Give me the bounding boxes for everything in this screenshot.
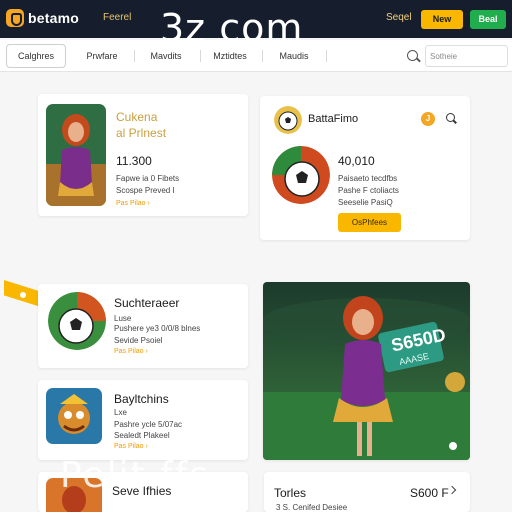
game-card-such[interactable]: Suchteraeer Luse Pushere ye3 0/0/8 blnes… [38,284,248,368]
tab-divider [134,50,135,62]
tab-mavdits[interactable]: Mavdits [142,40,190,72]
game-detail: Pashe F ctoliacts [338,186,399,195]
character-illustration-icon [46,104,106,206]
game-detail: Pashre ycle 5/07ac [114,420,183,429]
coin-button[interactable]: J [421,112,435,126]
tab-maudis[interactable]: Maudis [270,40,318,72]
character-illustration-icon [263,282,470,460]
play-link[interactable]: Pas Pilao › [116,200,150,207]
soccer-ball-icon [48,292,106,350]
game-card-tories[interactable]: Torles 3 S. Cenifed Desiee S600 F [264,472,470,512]
watermark-text: Pelit ffs [60,455,211,496]
signin-link[interactable]: Seqel [386,12,412,23]
game-detail: Luse [114,314,132,323]
jackpot-amount: S600 F [410,486,449,500]
play-link[interactable]: Pas Pilao › [114,443,148,450]
game-detail: Paisaeto tecdfbs [338,174,398,183]
game-detail: Sealedt Plakeel [114,431,170,440]
game-card-bay[interactable]: Bayltchins Lxe Pashre ycle 5/07ac Sealed… [38,380,248,460]
tab-divider [262,50,263,62]
game-thumbnail [46,388,102,444]
promo-banner[interactable]: S650D AAASE [263,282,470,460]
soccer-ball-icon [272,146,330,204]
tab-prwfare[interactable]: Prwfare [78,40,126,72]
offers-button[interactable]: OsPhfees [338,213,401,232]
game-thumbnail [48,292,106,350]
new-button[interactable]: New [421,10,463,29]
jackpot-amount: 11.300 [116,154,152,168]
brand-name: betamo [28,10,79,26]
game-title: Suchteraeer [114,296,180,310]
star-icon [20,292,26,298]
game-title: Bayltchins [114,392,169,406]
game-detail: Scospe Preved I [116,186,175,195]
brand-logo-icon [6,9,24,27]
game-detail: Lxe [114,408,127,417]
game-detail: Sevide Psoiel [114,336,163,345]
game-logo [274,106,302,134]
game-card-calena[interactable]: Cukena al Prlnest 11.300 Fapwe ia 0 Fibe… [38,94,248,216]
logo[interactable]: betamo [6,9,79,27]
game-detail: Fapwe ia 0 Fibets [116,174,180,183]
search-input[interactable] [425,45,508,67]
game-title: Cukena [116,110,158,124]
game-thumbnail [46,104,106,206]
beat-button[interactable]: Beal [470,10,506,29]
game-thumbnail [272,146,330,204]
search-icon[interactable] [407,50,418,61]
header-nav-link[interactable]: Feerel [103,12,131,23]
game-detail: Seeselie PasiQ [338,198,393,207]
game-detail: 3 S. Cenifed Desiee [276,503,348,512]
game-title: BattaFimo [308,113,359,125]
tab-divider [200,50,201,62]
game-subtitle: al Prlnest [116,126,167,140]
top-bar: betamo Feerel 3z com Seqel New Beal [0,0,512,50]
game-title: Torles [274,486,307,500]
soccer-ball-icon [274,106,302,134]
game-detail: Pushere ye3 0/0/8 blnes [114,324,201,333]
play-link[interactable]: Pas Pilao › [114,348,148,355]
jackpot-amount: 40,010 [338,154,375,168]
mascot-illustration-icon [46,388,102,444]
tab-mztidtes[interactable]: Mztidtes [206,40,254,72]
tab-divider [326,50,327,62]
tab-calghres[interactable]: Calghres [6,44,66,68]
search-icon[interactable] [446,113,455,122]
